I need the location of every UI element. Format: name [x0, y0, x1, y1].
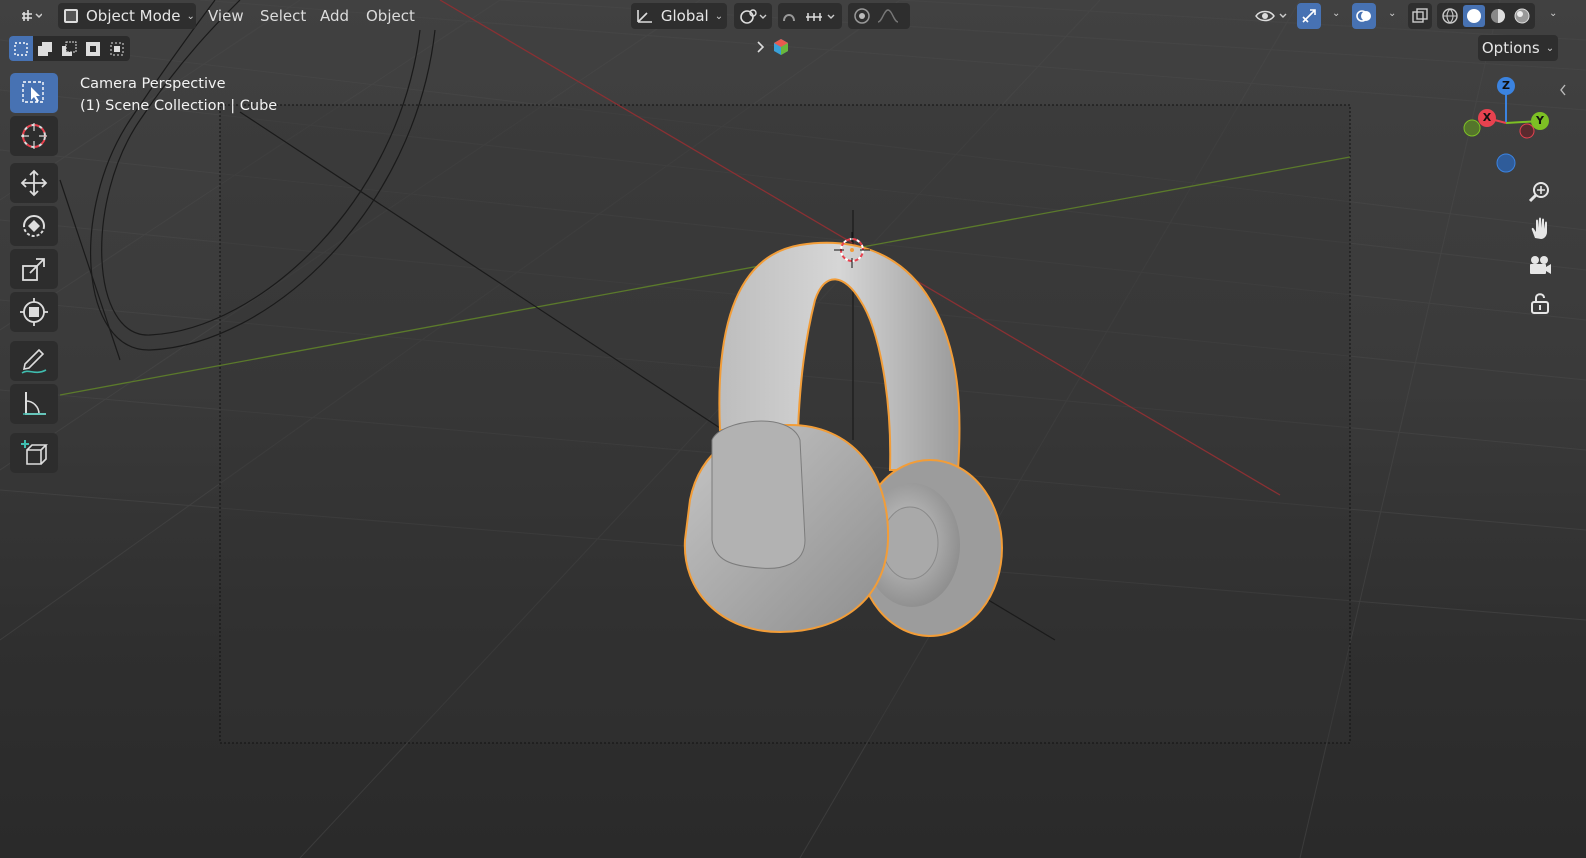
select-intersect-icon — [110, 42, 124, 55]
proportional-edit-icon — [854, 8, 899, 24]
viewport-header: Object Mode ⌄ View Select Add Object Glo… — [0, 0, 1586, 32]
add-cube-icon — [21, 440, 48, 465]
gizmo-x-label[interactable]: X — [1477, 111, 1497, 124]
move-tool[interactable] — [10, 163, 58, 203]
eye-icon — [1255, 10, 1287, 22]
xray-icon — [1412, 8, 1428, 23]
cursor-tool[interactable] — [10, 116, 58, 156]
solid-shading-button[interactable] — [1463, 5, 1485, 27]
menu-view[interactable]: View — [202, 5, 250, 27]
move-icon — [20, 169, 48, 197]
xray-toggle-button[interactable] — [1408, 3, 1432, 29]
select-extend-icon — [38, 41, 52, 56]
scale-tool[interactable] — [10, 249, 58, 289]
lock-camera-button[interactable] — [1523, 286, 1557, 320]
menu-select[interactable]: Select — [254, 5, 312, 27]
options-label: Options — [1481, 39, 1540, 57]
snapping-group[interactable] — [778, 3, 842, 29]
zoom-button[interactable] — [1523, 175, 1557, 209]
transform-tool[interactable] — [10, 292, 58, 332]
sidebar-toggle-icon[interactable] — [1558, 82, 1568, 102]
menu-add[interactable]: Add — [314, 5, 355, 27]
chevron-down-icon: ⌄ — [714, 10, 724, 22]
zoom-icon — [1528, 182, 1549, 203]
3d-viewport[interactable]: Z X Y — [0, 0, 1586, 858]
pivot-point-dropdown[interactable] — [734, 3, 772, 29]
cursor-icon — [21, 123, 47, 149]
gizmo-toggle-button[interactable] — [1297, 3, 1321, 29]
select-box-tool[interactable] — [10, 73, 58, 113]
object-mode-icon — [64, 9, 78, 23]
select-box-icon — [22, 81, 44, 103]
transform-orientation-dropdown[interactable]: Global ⌄ — [631, 3, 727, 29]
pan-button[interactable] — [1523, 212, 1557, 246]
pivot-icon — [740, 9, 767, 24]
camera-view-icon — [1530, 256, 1551, 274]
collection-info: (1) Scene Collection | Cube — [80, 98, 278, 114]
shading-mode-group[interactable] — [1437, 3, 1535, 29]
gizmo-z-label[interactable]: Z — [1496, 79, 1516, 92]
viewport-scene[interactable] — [0, 0, 1586, 858]
solid-shading-icon — [1467, 9, 1481, 23]
editor-type-icon — [22, 10, 42, 21]
camera-view-button[interactable] — [1523, 249, 1557, 283]
select-invert-button[interactable] — [81, 36, 105, 61]
select-invert-icon — [86, 41, 100, 56]
scene-object-icon[interactable] — [772, 38, 790, 60]
view-name: Camera Perspective — [80, 76, 226, 92]
select-new-button[interactable] — [9, 36, 33, 61]
menu-object[interactable]: Object — [360, 5, 421, 27]
visibility-dropdown[interactable] — [1252, 3, 1292, 29]
gizmo-icon — [1302, 9, 1316, 23]
editor-type-button[interactable] — [12, 3, 50, 29]
rotate-icon — [23, 215, 45, 237]
annotate-icon — [21, 348, 47, 374]
gizmo-y-label[interactable]: Y — [1530, 114, 1550, 127]
select-subtract-icon — [62, 41, 77, 56]
select-extend-button[interactable] — [33, 36, 57, 61]
chevron-down-icon: ⌄ — [1545, 42, 1555, 54]
options-dropdown[interactable]: Options ⌄ — [1478, 35, 1558, 61]
chevron-down-icon[interactable]: ⌄ — [1332, 8, 1340, 19]
overlay-toggle-button[interactable] — [1352, 3, 1376, 29]
add-cube-tool[interactable] — [10, 433, 58, 473]
viewport-info: Camera Perspective (1) Scene Collection … — [80, 73, 277, 117]
pan-hand-icon — [1531, 217, 1547, 239]
orientation-icon — [637, 10, 652, 23]
mode-dropdown[interactable]: Object Mode ⌄ — [58, 3, 196, 29]
select-new-icon — [14, 41, 28, 56]
selection-mode-group[interactable] — [9, 36, 130, 61]
scale-icon — [22, 258, 45, 281]
chevron-down-icon: ⌄ — [186, 10, 195, 22]
collapse-chevron-icon[interactable] — [756, 38, 766, 60]
overlays-icon — [1356, 10, 1371, 22]
lock-camera-icon — [1531, 293, 1549, 314]
select-subtract-button[interactable] — [57, 36, 81, 61]
annotate-tool[interactable] — [10, 341, 58, 381]
snap-icon — [783, 13, 835, 22]
chevron-down-icon[interactable]: ⌄ — [1549, 8, 1557, 19]
proportional-editing-group[interactable] — [848, 3, 910, 29]
measure-icon — [23, 392, 46, 415]
mode-label: Object Mode — [86, 7, 181, 25]
select-intersect-button[interactable] — [105, 36, 129, 61]
rotate-tool[interactable] — [10, 206, 58, 246]
rendered-shading-icon[interactable] — [1511, 6, 1533, 26]
measure-tool[interactable] — [10, 384, 58, 424]
material-shading-icon[interactable] — [1487, 6, 1509, 26]
chevron-down-icon[interactable]: ⌄ — [1388, 8, 1396, 19]
transform-icon — [20, 298, 48, 326]
orientation-label: Global — [660, 7, 709, 25]
wireframe-shading-icon[interactable] — [1439, 6, 1461, 26]
